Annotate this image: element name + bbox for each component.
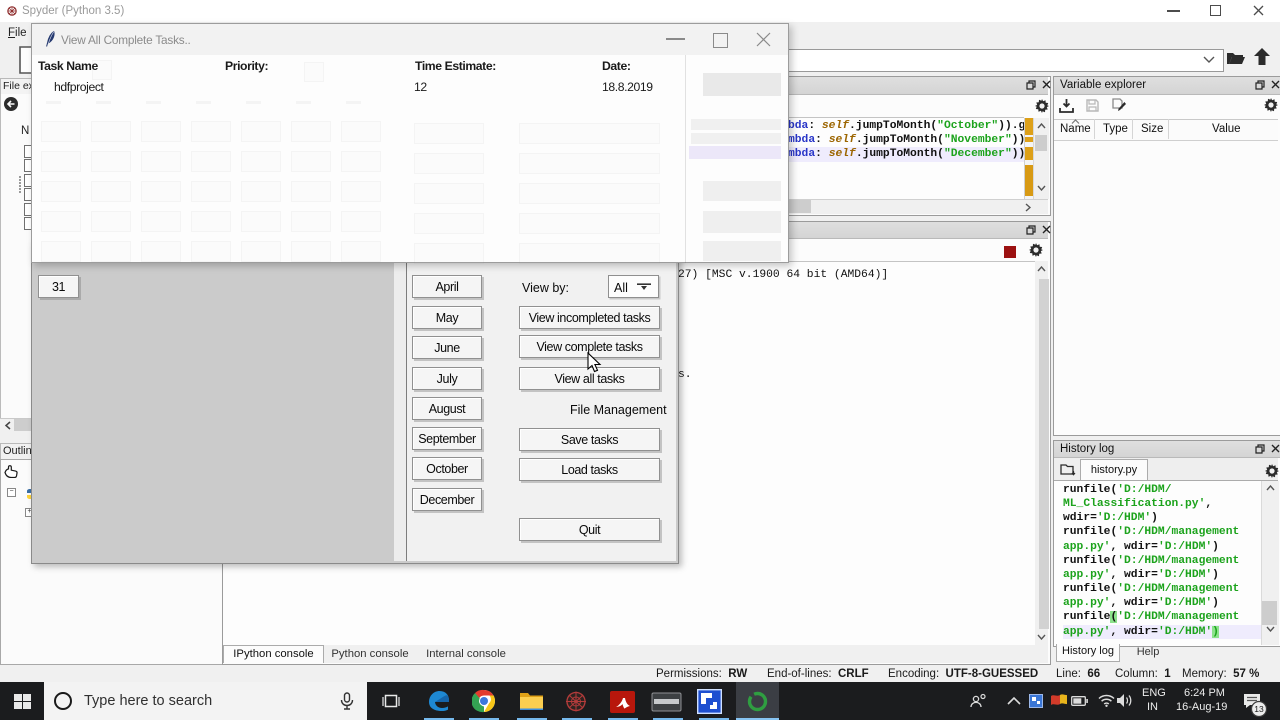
svg-text:13: 13: [1254, 704, 1264, 714]
